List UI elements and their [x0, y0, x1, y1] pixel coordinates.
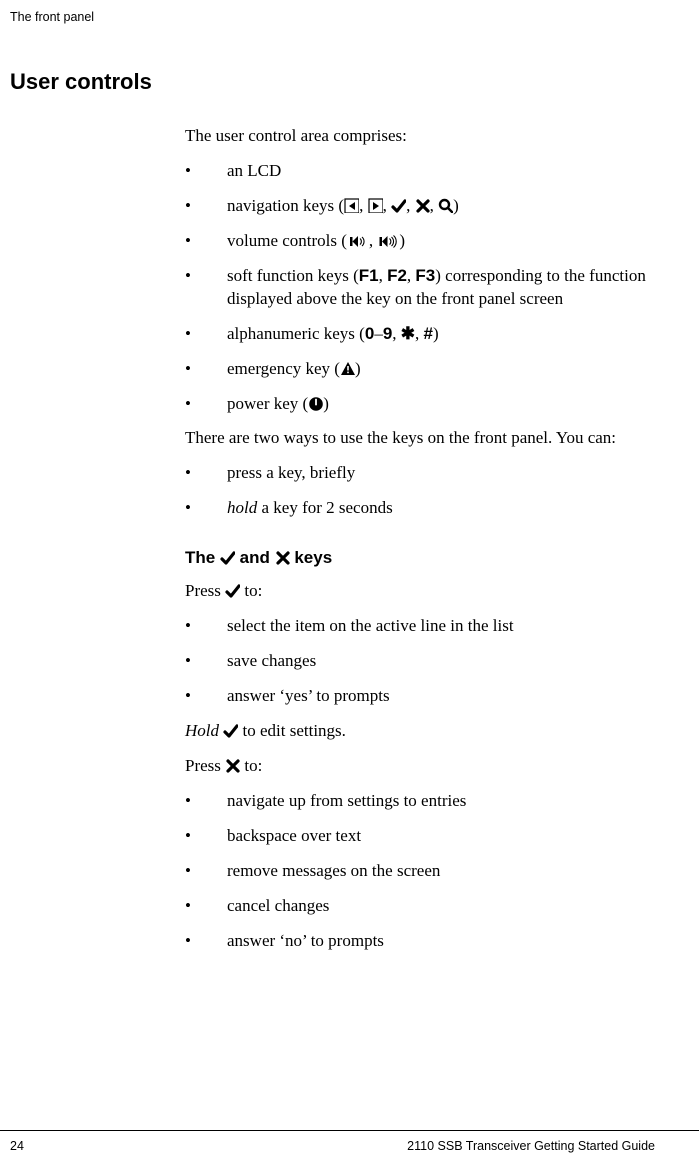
- cross-key-actions-list: navigate up from settings to entries bac…: [185, 790, 655, 953]
- text: emergency key (: [227, 359, 340, 378]
- text: soft function keys (: [227, 266, 359, 285]
- text: and: [235, 548, 275, 567]
- list-item: hold a key for 2 seconds: [185, 497, 655, 520]
- list-item: emergency key (): [185, 358, 655, 381]
- list-item: backspace over text: [185, 825, 655, 848]
- warning-icon: [340, 361, 355, 376]
- list-item: alphanumeric keys (0–9, ✱, #): [185, 323, 655, 346]
- running-header: The front panel: [10, 10, 655, 24]
- list-item: remove messages on the screen: [185, 860, 655, 883]
- user-controls-list: an LCD navigation keys (, , , , ) volume…: [185, 160, 655, 416]
- cross-icon: [225, 758, 240, 773]
- text: –: [374, 324, 383, 343]
- list-item: soft function keys (F1, F2, F3) correspo…: [185, 265, 655, 311]
- paragraph: Press to:: [185, 755, 655, 778]
- text: ): [399, 231, 405, 250]
- check-icon: [223, 723, 238, 738]
- text: to edit settings.: [238, 721, 346, 740]
- cross-icon: [415, 198, 430, 213]
- text: navigation keys (: [227, 196, 344, 215]
- footer-title: 2110 SSB Transceiver Getting Started Gui…: [407, 1139, 655, 1164]
- paragraph: Hold to edit settings.: [185, 720, 655, 743]
- volume-low-icon: [347, 235, 369, 248]
- list-item: press a key, briefly: [185, 462, 655, 485]
- text: ): [323, 394, 329, 413]
- list-item: cancel changes: [185, 895, 655, 918]
- check-icon: [391, 198, 406, 213]
- list-item: navigation keys (, , , , ): [185, 195, 655, 218]
- key-label: F1: [359, 266, 379, 285]
- text: ): [453, 196, 459, 215]
- text: ): [355, 359, 361, 378]
- paragraph: There are two ways to use the keys on th…: [185, 427, 655, 450]
- text: to:: [240, 756, 262, 775]
- key-label: 0: [365, 324, 374, 343]
- list-item: select the item on the active line in th…: [185, 615, 655, 638]
- page-footer: 24 2110 SSB Transceiver Getting Started …: [0, 1130, 699, 1164]
- key-label: 9: [383, 324, 392, 343]
- check-icon: [220, 550, 235, 565]
- text: alphanumeric keys (: [227, 324, 365, 343]
- scroll-right-icon: [368, 198, 383, 213]
- body-content: The user control area comprises: an LCD …: [185, 125, 655, 953]
- text: volume controls (: [227, 231, 347, 250]
- volume-high-icon: [377, 235, 399, 248]
- text: Press: [185, 756, 225, 775]
- list-item: power key (): [185, 393, 655, 416]
- check-icon: [225, 583, 240, 598]
- keypress-methods-list: press a key, briefly hold a key for 2 se…: [185, 462, 655, 520]
- list-item: an LCD: [185, 160, 655, 183]
- list-item: navigate up from settings to entries: [185, 790, 655, 813]
- text: a key for 2 seconds: [257, 498, 393, 517]
- cross-icon: [275, 550, 290, 565]
- key-label: ✱: [401, 324, 415, 343]
- text: to:: [240, 581, 262, 600]
- list-item: save changes: [185, 650, 655, 673]
- text: keys: [290, 548, 333, 567]
- text: ): [433, 324, 439, 343]
- power-icon: [308, 396, 323, 411]
- text-italic: hold: [227, 498, 257, 517]
- list-item: answer ‘no’ to prompts: [185, 930, 655, 953]
- section-title: User controls: [10, 69, 655, 95]
- list-item: volume controls (, ): [185, 230, 655, 253]
- scroll-left-icon: [344, 198, 359, 213]
- text: The: [185, 548, 220, 567]
- text-italic: Hold: [185, 721, 219, 740]
- intro-paragraph: The user control area comprises:: [185, 125, 655, 148]
- sub-section-title: The and keys: [185, 548, 655, 568]
- key-label: F2: [387, 266, 407, 285]
- check-key-actions-list: select the item on the active line in th…: [185, 615, 655, 708]
- list-item: answer ‘yes’ to prompts: [185, 685, 655, 708]
- paragraph: Press to:: [185, 580, 655, 603]
- magnify-icon: [438, 198, 453, 213]
- key-label: F3: [415, 266, 435, 285]
- text: power key (: [227, 394, 308, 413]
- text: Press: [185, 581, 225, 600]
- key-label: #: [424, 324, 433, 343]
- page-number: 24: [10, 1139, 24, 1164]
